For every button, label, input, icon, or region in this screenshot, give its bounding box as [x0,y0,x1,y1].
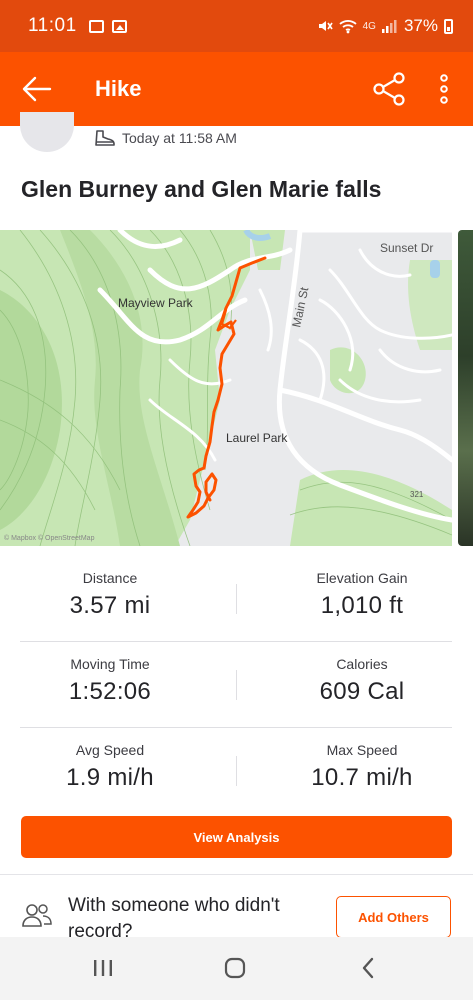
view-analysis-button[interactable]: View Analysis [21,816,452,858]
avatar[interactable] [20,112,74,152]
stat-label: Calories [336,656,388,672]
mute-icon [318,21,333,31]
map-label-mayview-park: Mayview Park [118,296,194,310]
system-back-icon[interactable] [360,957,376,979]
stat-label: Distance [82,570,138,586]
stat-value: 1.9 mi/h [66,764,154,791]
stat-distance: Distance 3.57 mi [0,556,220,620]
stat-moving-time: Moving Time 1:52:06 [0,642,220,706]
stat-divider [236,756,237,786]
map-label-laurel-park: Laurel Park [226,431,288,445]
map-label-sunset-dr: Sunset Dr [380,241,433,255]
stat-elevation-gain: Elevation Gain 1,010 ft [252,556,472,620]
stats-row: Distance 3.57 mi Elevation Gain 1,010 ft [20,556,452,642]
recent-apps-icon[interactable] [92,959,114,977]
activity-photo-thumbnail[interactable] [458,230,473,546]
battery-percent: 37% [403,16,438,35]
stat-avg-speed: Avg Speed 1.9 mi/h [0,728,220,792]
share-icon[interactable] [370,70,408,108]
activity-title: Glen Burney and Glen Marie falls [21,176,382,202]
stat-divider [236,584,237,614]
wifi-icon [339,20,357,34]
stat-label: Avg Speed [75,742,145,758]
activity-meta: Today at 11:58 AM [94,130,237,146]
map-attribution: © Mapbox © OpenStreetMap [4,534,95,542]
more-options-icon[interactable] [432,70,456,108]
add-others-button[interactable]: Add Others [336,896,451,938]
system-nav-bar [0,937,473,1000]
back-arrow-icon[interactable] [20,72,54,106]
stat-value: 1,010 ft [320,592,404,619]
activity-map[interactable]: Sunset Dr Main St Mayview Park Laurel Pa… [0,230,452,546]
stats-row: Moving Time 1:52:06 Calories 609 Cal [20,642,452,728]
stat-calories: Calories 609 Cal [252,642,472,706]
stats-row: Avg Speed 1.9 mi/h Max Speed 10.7 mi/h [20,728,452,813]
battery-icon [444,18,453,34]
signal-icon [381,20,397,33]
stat-value: 609 Cal [319,678,405,705]
map-label-route-321: 321 [410,490,424,499]
activity-timestamp: Today at 11:58 AM [122,130,237,146]
stat-label: Elevation Gain [316,570,408,586]
stat-value: 10.7 mi/h [311,764,413,791]
status-right: 4G 37% [317,16,453,36]
map-canvas: Sunset Dr Main St Mayview Park Laurel Pa… [0,230,452,546]
stat-label: Max Speed [326,742,398,758]
stat-value: 1:52:06 [68,678,152,705]
status-bar: 11:01 4G 37% [0,0,473,52]
network-type: 4G [362,20,376,32]
stat-divider [236,670,237,700]
page-title: Hike [95,76,142,101]
hiking-boot-icon [95,130,115,146]
image-icon [111,19,127,33]
status-notification-icons [88,19,127,33]
stats-grid: Distance 3.57 mi Elevation Gain 1,010 ft… [20,556,452,813]
section-divider [0,874,473,875]
stat-max-speed: Max Speed 10.7 mi/h [252,728,472,792]
status-time: 11:01 [28,15,77,36]
people-icon [22,904,52,927]
stat-value: 3.57 mi [69,592,151,619]
message-icon [88,19,104,33]
stat-label: Moving Time [70,656,150,672]
home-icon[interactable] [224,957,246,979]
